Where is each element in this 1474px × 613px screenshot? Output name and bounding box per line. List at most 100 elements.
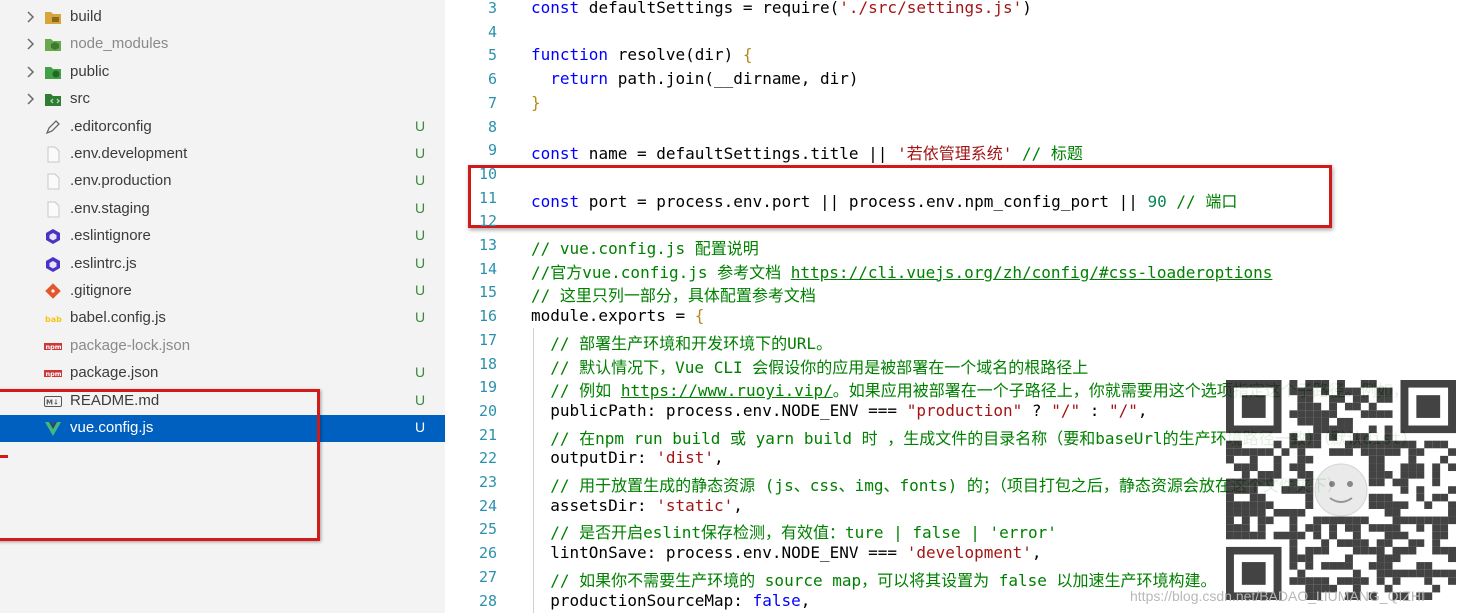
tree-item-label: .editorconfig: [70, 117, 152, 135]
code-token: }: [531, 92, 541, 112]
eslint-icon: [44, 256, 62, 273]
code-token: :: [1080, 400, 1109, 420]
code-text: // 如果你不需要生产环境的 source map，可以将其设置为 false …: [531, 567, 1216, 591]
svg-text:babel: babel: [45, 315, 62, 324]
tree-folder-item[interactable]: src: [0, 86, 445, 113]
annotation-tick: [0, 455, 8, 458]
git-status-badge: U: [415, 391, 426, 408]
chevron-right-icon[interactable]: [24, 64, 38, 80]
tree-item-label: babel.config.js: [70, 309, 166, 327]
git-status-badge: U: [415, 227, 426, 244]
line-number: 23: [478, 473, 497, 491]
git-icon: [44, 283, 62, 300]
code-text: // 这里只列一部分，具体配置参考文档: [531, 282, 816, 306]
git-status-badge: U: [415, 309, 426, 326]
code-line[interactable]: 7}: [445, 92, 1474, 114]
code-token: // 端口: [1166, 191, 1238, 211]
csdn-watermark: https://blog.csdn.net/BADAO_LIUMANG_QIZH…: [1130, 588, 1425, 604]
file-icon: [44, 173, 62, 190]
code-token: {: [694, 306, 705, 326]
tree-file-item[interactable]: babel babel.config.js U: [0, 305, 445, 332]
code-token: {: [742, 45, 753, 65]
code-token: const: [531, 191, 580, 211]
line-number: 19: [478, 378, 497, 397]
code-token: ,: [714, 448, 724, 468]
node-modules-folder-icon: [44, 36, 62, 53]
line-number: 8: [487, 117, 497, 136]
tree-item-label: .gitignore: [70, 282, 132, 299]
code-line[interactable]: 9 const name = defaultSettings.title || '…: [445, 139, 1474, 164]
code-token: "/": [1109, 400, 1138, 420]
line-number: 4: [487, 22, 497, 41]
code-line[interactable]: 16 module.exports = {: [445, 305, 1474, 327]
tree-item-label: package.json: [70, 364, 159, 382]
tree-file-item[interactable]: .gitignore U: [0, 278, 445, 305]
line-number: 26: [478, 544, 497, 563]
code-token: productionSourceMap:: [531, 590, 753, 610]
tree-folder-item[interactable]: node_modules: [0, 31, 445, 58]
code-token: // 这里只列一部分，具体配置参考文档: [531, 286, 816, 306]
code-token: outputDir:: [531, 448, 657, 468]
tree-file-item[interactable]: .env.development U: [0, 141, 445, 168]
tree-folder-item[interactable]: public: [0, 59, 445, 86]
code-token: port = process.env.port || process.env.n…: [579, 191, 1148, 211]
code-token: // 标题: [1012, 144, 1083, 164]
tree-file-item[interactable]: npm package.json U: [0, 360, 445, 387]
code-text: const defaultSettings = require('./src/s…: [531, 0, 1032, 17]
tree-file-item[interactable]: .eslintrc.js U: [0, 251, 445, 278]
chevron-right-icon[interactable]: [24, 9, 38, 25]
editorconfig-icon: [44, 119, 62, 136]
code-link[interactable]: https://www.ruoyi.vip/: [621, 381, 833, 400]
code-token: return: [550, 69, 609, 89]
code-line[interactable]: 6 return path.join(__dirname, dir): [445, 68, 1474, 90]
code-line[interactable]: 13 // vue.config.js 配置说明: [445, 234, 1474, 258]
git-status-badge: U: [415, 117, 426, 134]
code-line[interactable]: 8: [445, 116, 1474, 138]
code-line[interactable]: 15 // 这里只列一部分，具体配置参考文档: [445, 281, 1474, 306]
code-token: // 是否开启eslint保存检测，有效值：ture | false | 'er…: [550, 523, 1057, 543]
line-number: 21: [478, 425, 497, 444]
code-token: 90: [1147, 191, 1167, 211]
code-text: productionSourceMap: false,: [531, 591, 810, 610]
code-line[interactable]: 14 //官方vue.config.js 参考文档 https://cli.vue…: [445, 258, 1474, 282]
chevron-right-icon[interactable]: [24, 91, 38, 107]
tree-file-item[interactable]: .eslintignore U: [0, 223, 445, 250]
tree-file-item[interactable]: npm package-lock.json: [0, 333, 445, 360]
code-token: publicPath: process.env.NODE_ENV ===: [531, 400, 907, 420]
npm-icon: npm: [44, 338, 62, 355]
tree-file-item[interactable]: .env.staging U: [0, 196, 445, 223]
code-text: const port = process.env.port || process…: [531, 188, 1237, 212]
code-line[interactable]: 5 function resolve(dir) {: [445, 44, 1474, 66]
code-token: "/": [1051, 400, 1081, 420]
code-line[interactable]: 3 const defaultSettings = require('./src/…: [445, 0, 1474, 19]
code-line[interactable]: 12: [445, 210, 1474, 232]
code-token: // 例如: [550, 381, 621, 401]
code-link[interactable]: https://cli.vuejs.org/zh/config/#css-loa…: [791, 263, 1273, 282]
code-text: assetsDir: 'static',: [531, 496, 743, 515]
code-line[interactable]: 11 const port = process.env.port || proce…: [445, 187, 1474, 212]
code-line[interactable]: 18 // 默认情况下，Vue CLI 会假设你的应用是被部署在一个域名的根路径…: [445, 353, 1474, 377]
line-number: 16: [478, 307, 497, 326]
tree-file-item[interactable]: .editorconfig U: [0, 114, 445, 141]
code-line[interactable]: 17 // 部署生产环境和开发环境下的URL。: [445, 329, 1474, 353]
tree-file-item[interactable]: .env.production U: [0, 168, 445, 195]
line-number: 24: [478, 496, 497, 515]
code-text: function resolve(dir) {: [531, 45, 753, 64]
line-number: 6: [487, 70, 497, 89]
code-token: ,: [733, 495, 743, 515]
tree-folder-item[interactable]: build: [0, 4, 445, 31]
code-token: ,: [1031, 543, 1042, 563]
tree-item-label: .eslintrc.js: [70, 254, 137, 272]
code-line[interactable]: 4: [445, 21, 1474, 43]
line-number: 10: [478, 164, 497, 183]
chevron-right-icon[interactable]: [24, 36, 38, 52]
code-line[interactable]: 10: [445, 163, 1474, 185]
line-number: 3: [487, 0, 497, 17]
eslint-icon: [44, 228, 62, 245]
